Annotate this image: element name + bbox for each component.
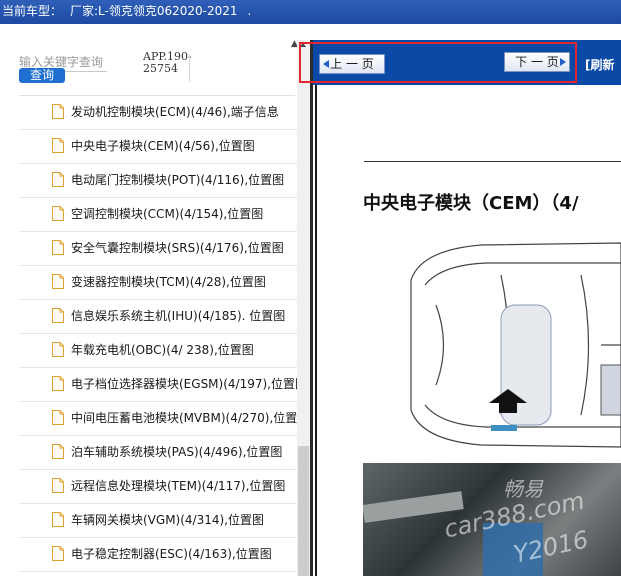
tree-item[interactable]: 年载充电机(OBC)(4/ 238),位置图 bbox=[19, 334, 297, 368]
vehicle-maker-text: 厂家:L-领克领克062020-2021 bbox=[70, 4, 238, 18]
tree-scrollbar[interactable] bbox=[297, 40, 310, 576]
search-button[interactable]: 查询 bbox=[19, 68, 65, 83]
tree-item-label: 电子稳定控制器(ESC)(4/163),位置图 bbox=[71, 547, 272, 561]
tree-item-label: 变速器控制模块(TCM)(4/28),位置图 bbox=[71, 275, 266, 289]
document-viewer: 上 一 页 下 一 页 [刷新 中央电子模块（CEM）（4/ 畅易 car388… bbox=[313, 40, 621, 576]
document-icon bbox=[52, 546, 64, 561]
tree-item[interactable]: 电动尾门控制模块(POT)(4/116),位置图 bbox=[19, 164, 297, 198]
page-title: 中央电子模块（CEM）（4/ bbox=[363, 193, 579, 214]
current-model-label: 当前车型： bbox=[2, 4, 63, 18]
tree-item[interactable]: 泊车辅助系统模块(PAS)(4/496),位置图 bbox=[19, 436, 297, 470]
document-page: 中央电子模块（CEM）（4/ 畅易 car388.com Y2016 bbox=[313, 85, 621, 576]
tree-item[interactable]: 车辆网关模块(VGM)(4/314),位置图 bbox=[19, 504, 297, 538]
tree-item-label: 泊车辅助系统模块(PAS)(4/496),位置图 bbox=[71, 445, 283, 459]
nav-highlight-box bbox=[299, 42, 577, 83]
tree-item[interactable]: 信息娱乐系统主机(IHU)(4/185). 位置图 bbox=[19, 300, 297, 334]
tree-item-label: 年载充电机(OBC)(4/ 238),位置图 bbox=[71, 343, 254, 357]
tree-item[interactable]: 中间电压蓄电池模块(MVBM)(4/270),位置图 bbox=[19, 402, 297, 436]
tree-item[interactable]: 变速器控制模块(TCM)(4/28),位置图 bbox=[19, 266, 297, 300]
tree-item-label: 信息娱乐系统主机(IHU)(4/185). 位置图 bbox=[71, 309, 286, 323]
tree-item[interactable]: 发动机控制模块(ECM)(4/46),端子信息 bbox=[19, 96, 297, 130]
tree-item[interactable]: 远程信息处理模块(TEM)(4/117),位置图 bbox=[19, 470, 297, 504]
header-dot: . bbox=[247, 4, 252, 18]
tree-item[interactable]: 空调控制模块(CCM)(4/154),位置图 bbox=[19, 198, 297, 232]
document-tree: 发动机控制模块(ECM)(4/46),端子信息 中央电子模块(CEM)(4/56)… bbox=[19, 96, 297, 572]
car-location-diagram bbox=[410, 242, 621, 448]
refresh-link[interactable]: [刷新 bbox=[585, 56, 615, 73]
document-icon bbox=[52, 240, 64, 255]
app-version: APP.190-25754 bbox=[143, 50, 192, 75]
tree-item-label: 安全气囊控制模块(SRS)(4/176),位置图 bbox=[71, 241, 284, 255]
document-icon bbox=[52, 444, 64, 459]
document-icon bbox=[52, 308, 64, 323]
document-icon bbox=[52, 206, 64, 221]
page-edge bbox=[315, 85, 317, 576]
tree-item-label: 车辆网关模块(VGM)(4/314),位置图 bbox=[71, 513, 264, 527]
tree-item-label: 发动机控制模块(ECM)(4/46),端子信息 bbox=[71, 105, 279, 119]
document-icon bbox=[52, 512, 64, 527]
scroll-thumb[interactable] bbox=[298, 446, 309, 576]
tree-item-label: 电动尾门控制模块(POT)(4/116),位置图 bbox=[71, 173, 285, 187]
left-panel: 查询 APP.190-25754 发动机控制模块(ECM)(4/46),端子信息… bbox=[0, 24, 297, 576]
tree-item[interactable]: 电子稳定控制器(ESC)(4/163),位置图 bbox=[19, 538, 297, 572]
title-bar: 当前车型： 厂家:L-领克领克062020-2021. bbox=[0, 0, 621, 24]
page-rule bbox=[364, 161, 621, 162]
document-icon bbox=[52, 274, 64, 289]
document-icon bbox=[52, 104, 64, 119]
document-icon bbox=[52, 172, 64, 187]
tree-item-label: 中央电子模块(CEM)(4/56),位置图 bbox=[71, 139, 255, 153]
tree-item[interactable]: 电子档位选择器模块(EGSM)(4/197),位置图 bbox=[19, 368, 297, 402]
tree-item-label: 中间电压蓄电池模块(MVBM)(4/270),位置图 bbox=[71, 411, 297, 425]
app-divider bbox=[189, 54, 190, 82]
document-icon bbox=[52, 410, 64, 425]
component-photo: 畅易 car388.com Y2016 bbox=[363, 463, 621, 576]
tree-item-label: 远程信息处理模块(TEM)(4/117),位置图 bbox=[71, 479, 286, 493]
document-icon bbox=[52, 342, 64, 357]
document-icon bbox=[52, 478, 64, 493]
tree-item-label: 空调控制模块(CCM)(4/154),位置图 bbox=[71, 207, 264, 221]
document-icon bbox=[52, 138, 64, 153]
tree-item[interactable]: 安全气囊控制模块(SRS)(4/176),位置图 bbox=[19, 232, 297, 266]
tree-item-label: 电子档位选择器模块(EGSM)(4/197),位置图 bbox=[71, 377, 297, 391]
document-icon bbox=[52, 376, 64, 391]
tree-item[interactable]: 中央电子模块(CEM)(4/56),位置图 bbox=[19, 130, 297, 164]
